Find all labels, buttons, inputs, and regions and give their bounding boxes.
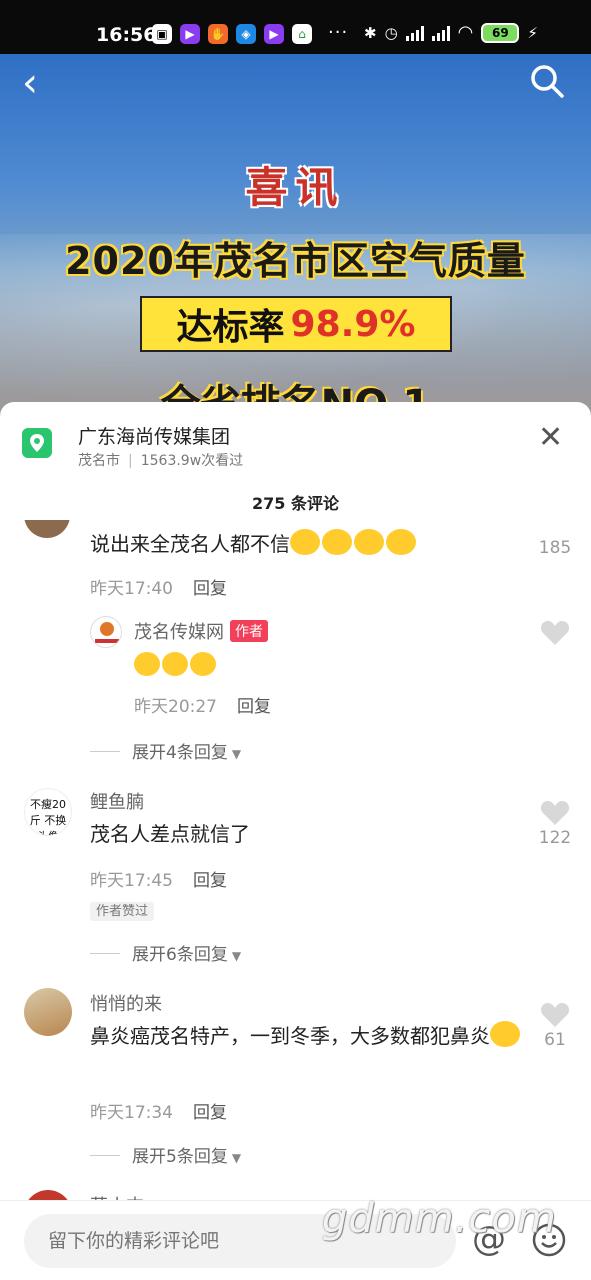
comment-time: 昨天17:45 xyxy=(90,871,173,891)
bluetooth-icon: ✱ xyxy=(364,23,377,42)
hand-app-icon: ✋ xyxy=(208,24,228,44)
video-subtitle: 2020年茂名市区空气质量 xyxy=(65,239,526,283)
expand-replies[interactable]: 展开6条回复 ▼ xyxy=(90,940,241,965)
battery-icon: 69 xyxy=(481,22,520,43)
signal-icon xyxy=(405,25,424,41)
like-count: 185 xyxy=(538,538,572,558)
commenter-name[interactable]: 鲤鱼腩 xyxy=(90,788,144,814)
comment-sheet: 广东海尚传媒集团 茂名市 | 1563.9w次看过 ✕ 275 条评论 说出来全茂名… xyxy=(0,402,591,1280)
box-app-icon: ◈ xyxy=(236,24,256,44)
reply-time: 昨天20:27 xyxy=(134,697,217,717)
home-app-icon: ⌂ xyxy=(292,24,312,44)
close-icon[interactable]: ✕ xyxy=(538,420,563,455)
more-notifications: ··· xyxy=(328,22,349,43)
publisher-location: 茂名市 xyxy=(78,453,120,469)
reply-author-name[interactable]: 茂名传媒网 xyxy=(134,622,224,643)
alarm-icon: ◷ xyxy=(384,23,398,42)
sleepy-emoji-icon xyxy=(290,529,320,555)
comment-meta: 昨天17:40 回复 xyxy=(90,574,227,599)
watermark: gdmm.com xyxy=(322,1196,557,1242)
publisher-meta: 茂名市 | 1563.9w次看过 xyxy=(78,453,244,469)
comment-time: 昨天17:40 xyxy=(90,579,173,599)
status-bar: 16:56 ▣ ▶ ✋ ◈ ▶ ⌂ ··· ✱ ◷ ◠ 69 ⚡ xyxy=(0,0,591,60)
notification-icons: ▣ ▶ ✋ ◈ ▶ ⌂ xyxy=(152,24,312,44)
video-headline: 喜讯 xyxy=(245,163,346,212)
pleading-emoji-icon xyxy=(162,652,188,676)
expand-replies[interactable]: 展开5条回复 ▼ xyxy=(90,1142,241,1167)
commenter-name[interactable]: 莫小杰 xyxy=(90,1192,144,1200)
comment-text: 说出来全茂名人都不信 xyxy=(90,528,418,560)
clock: 16:56 xyxy=(96,24,157,46)
pleading-emoji-icon xyxy=(190,652,216,676)
heart-icon[interactable] xyxy=(540,618,570,646)
like-count: 61 xyxy=(544,1030,566,1050)
comment-meta: 昨天17:34 回复 xyxy=(90,1098,227,1123)
avatar[interactable]: 不瘦20斤 不换头像 xyxy=(24,788,72,836)
comment-time: 昨天17:34 xyxy=(90,1103,173,1123)
heart-icon[interactable] xyxy=(540,1000,570,1028)
like-count: 122 xyxy=(538,828,572,848)
mi-app-icon: ▣ xyxy=(152,24,172,44)
caret-down-icon: ▼ xyxy=(231,1151,242,1165)
video-player[interactable]: ‹ 喜讯 2020年茂名市区空气质量 达标率 98.9% 全省排名NO.1 xyxy=(0,54,591,414)
wifi-icon: ◠ xyxy=(457,22,474,43)
view-count: 1563.9w次看过 xyxy=(140,453,244,469)
comment-text: 茂名人差点就信了 xyxy=(90,822,250,846)
caret-down-icon: ▼ xyxy=(231,949,242,963)
sleepy-emoji-icon xyxy=(322,529,352,555)
location-pin-icon xyxy=(22,428,52,458)
system-icons: ✱ ◷ ◠ 69 ⚡ xyxy=(364,22,538,43)
comment-text: 鼻炎癌茂名特产，一到冬季，大多数都犯鼻炎 xyxy=(90,1020,530,1052)
avatar[interactable] xyxy=(24,988,72,1036)
comment-count: 275 条评论 xyxy=(252,494,339,513)
reply-button[interactable]: 回复 xyxy=(237,697,271,717)
commenter-name[interactable]: 悄悄的来 xyxy=(90,990,162,1016)
pleading-emoji-icon xyxy=(134,652,160,676)
caret-down-icon: ▼ xyxy=(231,747,242,761)
avatar[interactable] xyxy=(24,1190,72,1200)
charging-icon: ⚡ xyxy=(527,23,538,42)
reply-meta: 昨天20:27 回复 xyxy=(134,692,271,717)
heart-icon[interactable] xyxy=(540,798,570,826)
signal-hd-icon xyxy=(431,25,450,41)
reply-button[interactable]: 回复 xyxy=(193,1103,227,1123)
rate-value: 98.9% xyxy=(290,303,416,345)
avatar[interactable] xyxy=(24,520,70,538)
sleepy-emoji-icon xyxy=(386,529,416,555)
publisher-name[interactable]: 广东海尚传媒集团 xyxy=(78,422,230,449)
reply-button[interactable]: 回复 xyxy=(193,871,227,891)
author-badge: 作者 xyxy=(230,620,268,642)
back-arrow-icon[interactable]: ‹ xyxy=(22,60,38,106)
sleepy-emoji-icon xyxy=(354,529,384,555)
video-rate-box: 达标率 98.9% xyxy=(140,296,452,352)
rate-label: 达标率 xyxy=(176,307,285,348)
avatar[interactable] xyxy=(90,616,122,648)
search-icon[interactable] xyxy=(530,64,564,98)
video-app-icon-2: ▶ xyxy=(264,24,284,44)
reply-emojis xyxy=(134,652,218,676)
author-liked-badge: 作者赞过 xyxy=(90,900,155,921)
comment-list[interactable]: 说出来全茂名人都不信 昨天17:40 回复 185 茂名传媒网 作者 昨天20:27… xyxy=(0,520,591,1200)
reply-button[interactable]: 回复 xyxy=(193,579,227,599)
reply-header: 茂名传媒网 作者 xyxy=(134,618,268,644)
expand-replies[interactable]: 展开4条回复 ▼ xyxy=(90,738,241,763)
laughing-tears-emoji-icon xyxy=(490,1021,520,1047)
video-app-icon: ▶ xyxy=(180,24,200,44)
comment-meta: 昨天17:45 回复 xyxy=(90,866,227,891)
